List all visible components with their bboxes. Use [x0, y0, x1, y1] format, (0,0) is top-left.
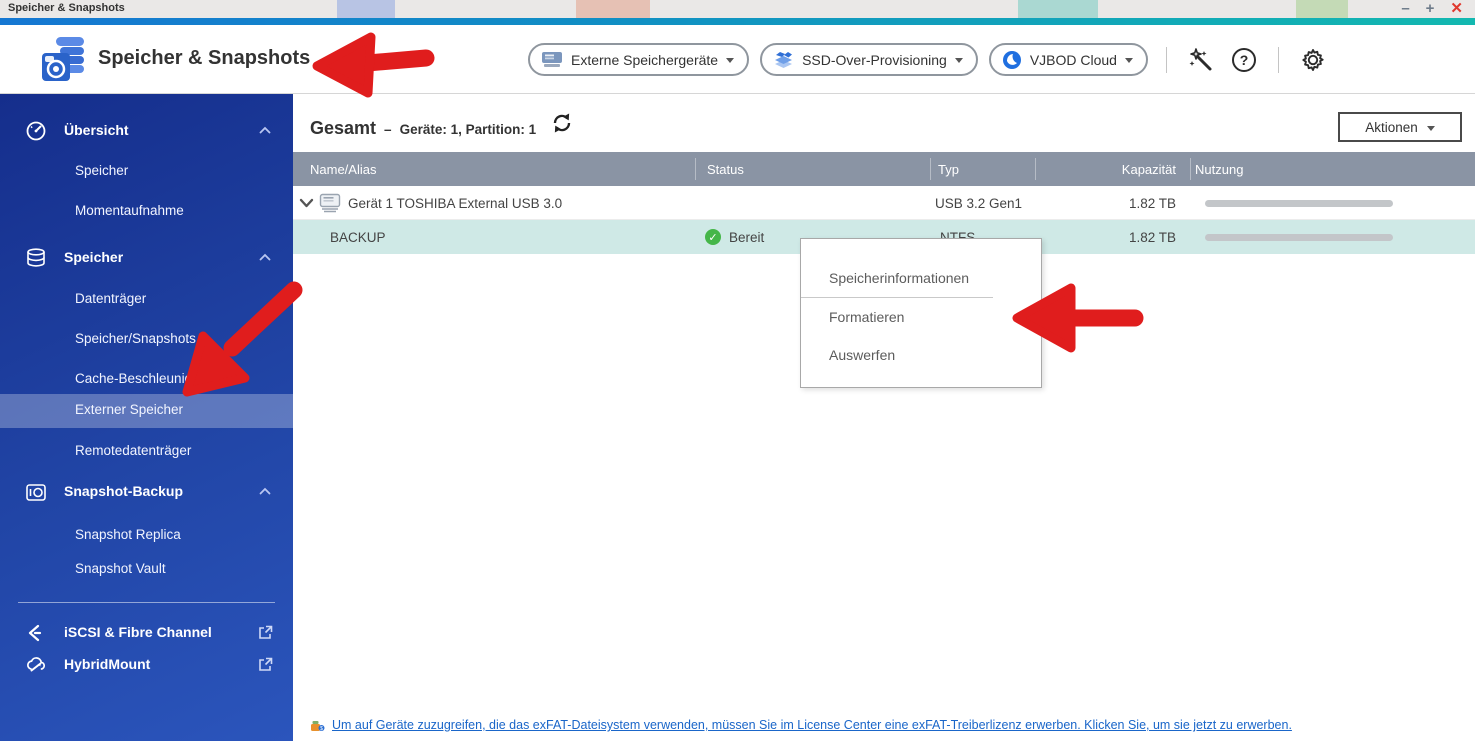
chevron-down-icon [1426, 125, 1435, 131]
sidebar-item-cache-beschleunigung[interactable]: Cache-Beschleunigung [0, 363, 293, 397]
gauge-icon [26, 121, 46, 141]
sidebar-item-remotedatentraeger[interactable]: Remotedatenträger [0, 435, 293, 469]
dropdown-label: Externe Speichergeräte [571, 51, 719, 68]
column-separator [1190, 158, 1191, 180]
database-icon [27, 248, 45, 267]
sidebar-item-snapshot-vault[interactable]: Snapshot Vault [0, 553, 293, 587]
chevron-down-icon [954, 58, 963, 63]
column-separator [695, 158, 696, 180]
iscsi-icon [28, 624, 42, 642]
vjbod-cloud-dropdown[interactable]: VJBOD Cloud [988, 43, 1148, 76]
maximize-button[interactable]: + [1426, 0, 1435, 18]
exfat-license-note: $ Um auf Geräte zuzugreifen, die das exF… [310, 718, 1292, 732]
column-separator [930, 158, 931, 180]
accent-gradient-strip [0, 18, 1475, 25]
settings-gear-icon[interactable] [1297, 44, 1329, 76]
collapse-up-icon [259, 487, 271, 495]
device-capacity: 1.82 TB [1128, 195, 1176, 211]
wizard-wand-icon[interactable] [1185, 44, 1217, 76]
ssd-over-provisioning-dropdown[interactable]: SSD-Over-Provisioning [760, 43, 978, 76]
sidebar-section-snapshot-backup[interactable]: Snapshot-Backup [0, 475, 293, 509]
collapse-up-icon [259, 126, 271, 134]
toolbar-separator [1277, 46, 1279, 73]
app-window: Speicher & Snapshots – + ✕ Speicher & Sn… [0, 0, 1475, 741]
dropdown-label: VJBOD Cloud [1029, 51, 1117, 68]
chevron-down-icon [1124, 58, 1133, 63]
usage-bar [1205, 234, 1393, 241]
sidebar: Übersicht Speicher Momentaufnahme Speich… [0, 94, 293, 741]
sidebar-item-speicher-snapshots[interactable]: Speicher/Snapshots [0, 323, 293, 357]
svg-text:$: $ [320, 726, 323, 732]
column-header-kapazitaet[interactable]: Kapazität [1040, 152, 1176, 186]
external-link-icon [259, 657, 273, 671]
collapse-up-icon [259, 253, 271, 261]
external-drive-icon [319, 193, 341, 213]
column-header-status[interactable]: Status [707, 152, 744, 186]
menu-item-speicherinformationen[interactable]: Speicherinformationen [801, 259, 1041, 297]
desktop-tile [1296, 0, 1348, 18]
chevron-down-icon[interactable] [299, 197, 314, 209]
window-titlebar: Speicher & Snapshots – + ✕ [0, 0, 1475, 18]
main-content: Gesamt – Geräte: 1, Partition: 1 Aktione… [293, 94, 1475, 741]
dropdown-label: SSD-Over-Provisioning [802, 51, 947, 68]
storage-snapshots-logo-icon [42, 37, 84, 81]
column-header-name-alias[interactable]: Name/Alias [310, 152, 376, 186]
menu-item-formatieren[interactable]: Formatieren [801, 298, 1041, 336]
external-link-icon [259, 625, 273, 639]
app-header: Speicher & Snapshots Externe Speicherger… [0, 25, 1475, 94]
column-header-typ[interactable]: Typ [938, 152, 959, 186]
help-icon[interactable]: ? [1228, 44, 1260, 76]
partition-status: Bereit [729, 229, 765, 245]
ssd-layers-icon [775, 51, 793, 68]
vjbod-cloud-icon [1002, 50, 1021, 69]
sidebar-item-hybridmount[interactable]: HybridMount [0, 648, 293, 682]
header-toolbar: Externe Speichergeräte SSD-Over-Provisio… [528, 25, 1329, 94]
external-storage-devices-dropdown[interactable]: Externe Speichergeräte [528, 43, 750, 76]
hybridmount-cloud-icon [27, 657, 45, 672]
desktop-tile [337, 0, 395, 18]
desktop-tile [1018, 0, 1098, 18]
sidebar-section-speicher[interactable]: Speicher [0, 241, 293, 275]
partition-name: BACKUP [330, 229, 386, 245]
close-button[interactable]: ✕ [1450, 0, 1463, 18]
device-type: USB 3.2 Gen1 [935, 195, 1023, 211]
summary-separator: – [384, 122, 392, 137]
minimize-button[interactable]: – [1401, 0, 1409, 18]
svg-text:?: ? [1240, 52, 1249, 68]
summary-details: Geräte: 1, Partition: 1 [399, 122, 537, 137]
external-drive-icon [542, 52, 562, 67]
column-header-nutzung[interactable]: Nutzung [1195, 152, 1243, 186]
desktop-tile [576, 0, 650, 18]
partition-capacity: 1.82 TB [1128, 229, 1176, 245]
column-separator [1035, 158, 1036, 180]
toolbar-separator [1165, 46, 1167, 73]
sidebar-item-externer-speicher[interactable]: Externer Speicher [0, 394, 293, 428]
usage-bar [1205, 200, 1393, 207]
actions-button[interactable]: Aktionen [1338, 112, 1462, 142]
table-header: Name/Alias Status Typ Kapazität Nutzung [293, 152, 1475, 186]
context-menu: Speicherinformationen Formatieren Auswer… [800, 238, 1042, 388]
app-title: Speicher & Snapshots [98, 47, 311, 69]
sidebar-item-momentaufnahme[interactable]: Momentaufnahme [0, 195, 293, 229]
sidebar-item-iscsi-fibre-channel[interactable]: iSCSI & Fibre Channel [0, 616, 293, 650]
refresh-icon[interactable] [549, 110, 575, 136]
sidebar-item-datentraeger[interactable]: Datenträger [0, 283, 293, 317]
window-title: Speicher & Snapshots [8, 2, 125, 14]
status-ok-icon: ✓ [705, 229, 721, 245]
device-name: Gerät 1 TOSHIBA External USB 3.0 [348, 195, 563, 211]
chevron-down-icon [726, 58, 735, 63]
exfat-license-link[interactable]: Um auf Geräte zuzugreifen, die das exFAT… [332, 718, 1292, 732]
table-row-device[interactable]: Gerät 1 TOSHIBA External USB 3.0 USB 3.2… [293, 186, 1475, 220]
sidebar-item-snapshot-replica[interactable]: Snapshot Replica [0, 519, 293, 553]
purchase-license-icon: $ [311, 721, 325, 732]
sidebar-item-speicher-uebersicht[interactable]: Speicher [0, 155, 293, 189]
summary-title: Gesamt [310, 118, 377, 138]
sidebar-divider [18, 602, 275, 603]
snapshot-camera-icon [26, 484, 46, 501]
menu-item-auswerfen[interactable]: Auswerfen [801, 336, 1041, 374]
sidebar-section-uebersicht[interactable]: Übersicht [0, 114, 293, 148]
summary-header: Gesamt – Geräte: 1, Partition: 1 [310, 118, 536, 139]
